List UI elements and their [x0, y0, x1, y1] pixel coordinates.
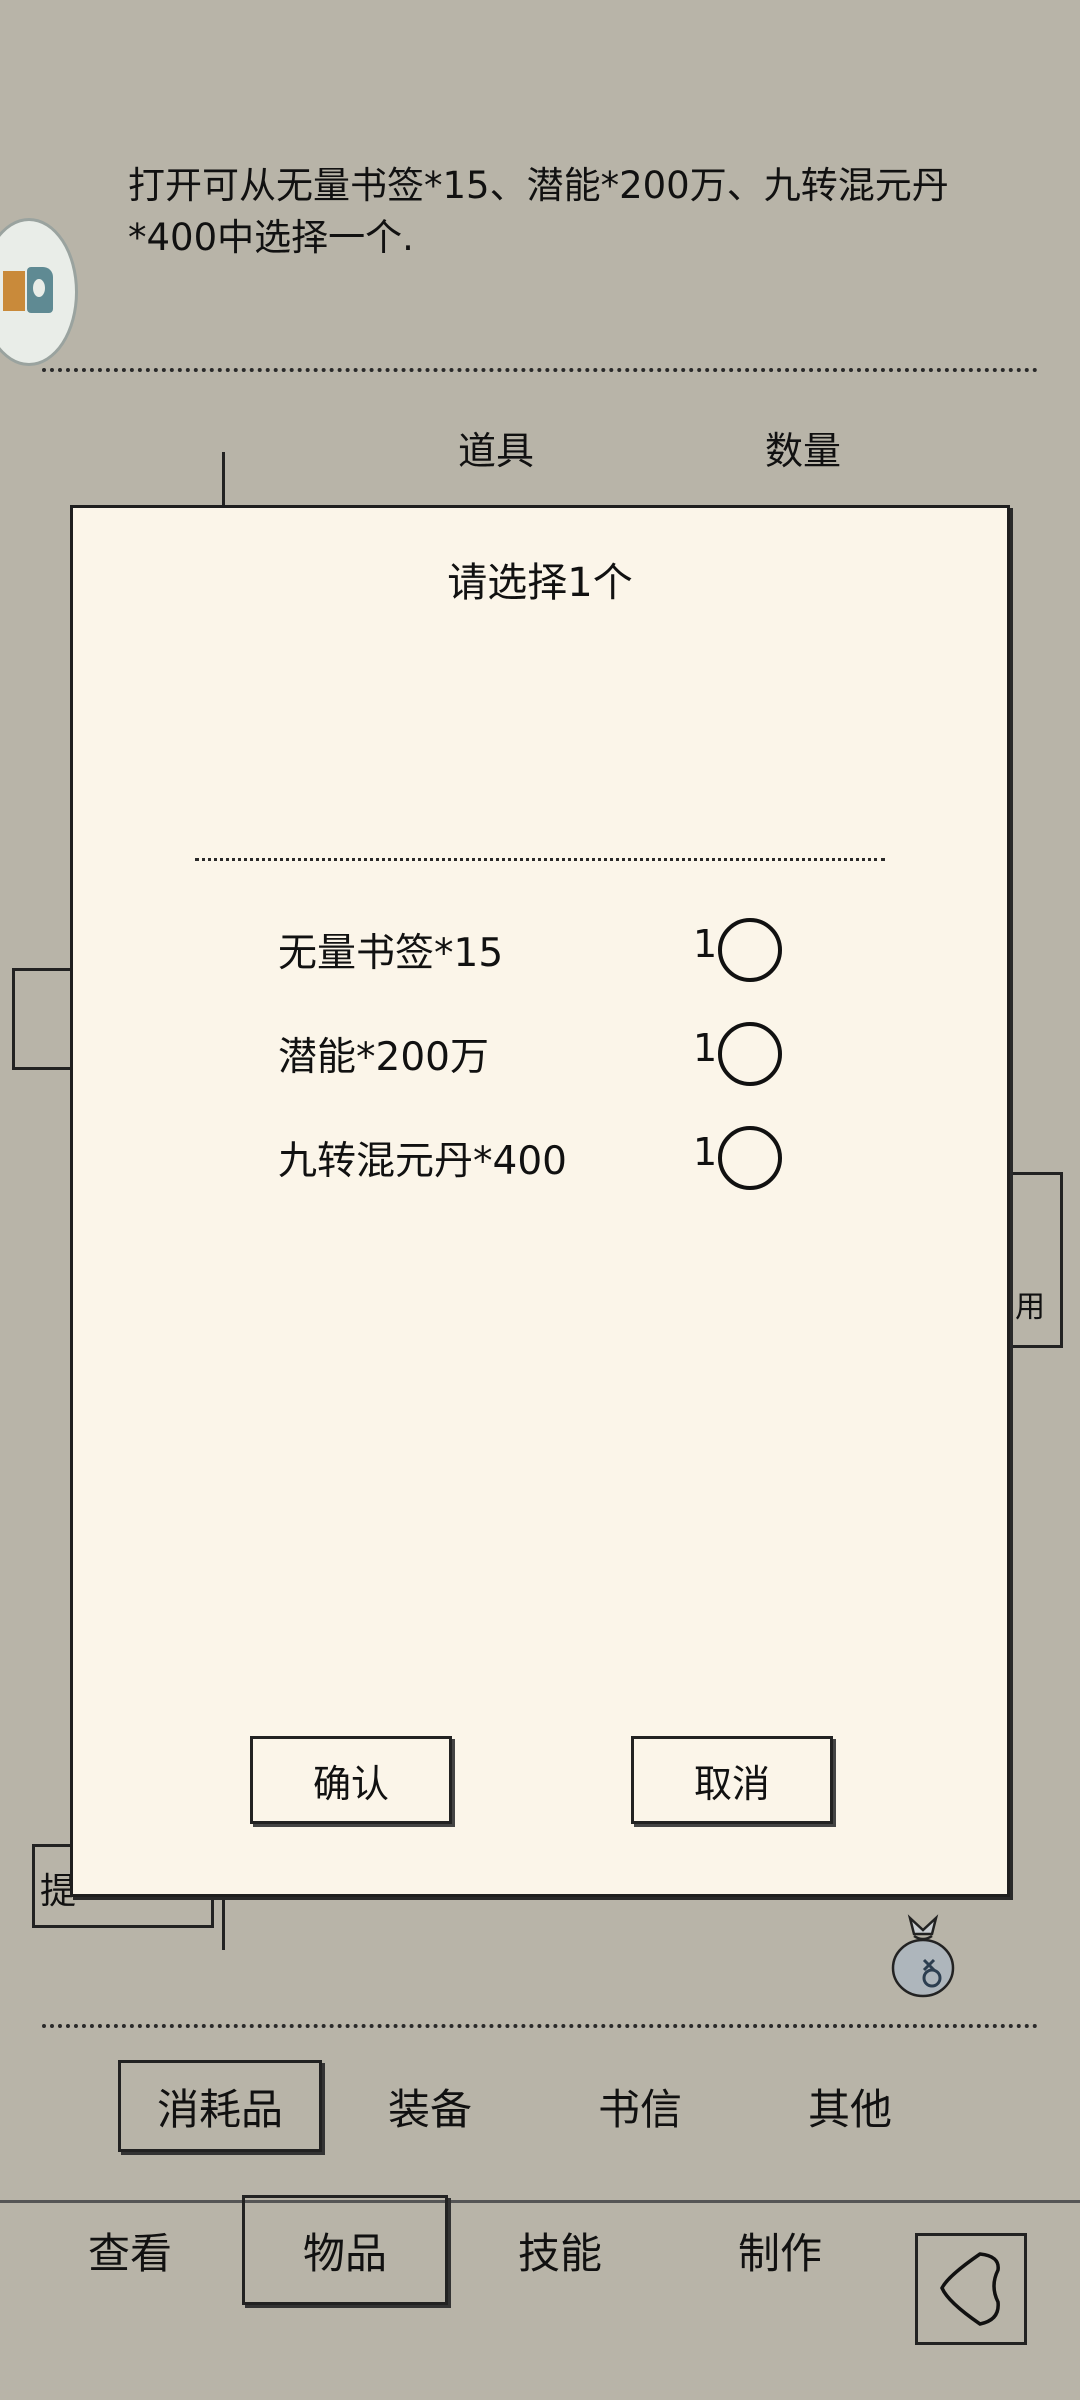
money-bag-icon[interactable] — [888, 1910, 958, 2000]
item-description: 打开可从无量书签*15、潜能*200万、九转混元丹*400中选择一个. — [128, 164, 949, 259]
option-label-potential: 潜能*200万 — [278, 1035, 489, 1080]
nav-view[interactable]: 查看 — [40, 2195, 220, 2305]
nav-crafting[interactable]: 制作 — [690, 2195, 870, 2305]
option-radio-bookmark[interactable] — [718, 918, 782, 982]
nav-skills[interactable]: 技能 — [470, 2195, 650, 2305]
confirm-button[interactable]: 确认 — [250, 1736, 452, 1824]
option-label-bookmark: 无量书签*15 — [278, 931, 504, 976]
option-count-potential: 1 — [693, 1026, 718, 1070]
nav-items[interactable]: 物品 — [242, 2195, 448, 2305]
table-divider-line — [222, 452, 225, 512]
option-radio-pill[interactable] — [718, 1126, 782, 1190]
background-box-left — [12, 968, 75, 1070]
back-arrow-icon — [940, 2252, 1000, 2326]
column-header-item: 道具 — [458, 429, 535, 473]
tab-equipment[interactable]: 装备 — [330, 2060, 530, 2152]
option-count-pill: 1 — [693, 1130, 718, 1174]
app-badge-icon[interactable] — [0, 218, 78, 366]
divider-top — [42, 368, 1038, 372]
back-button[interactable] — [915, 2233, 1027, 2345]
background-use-label: 用 — [1015, 1290, 1045, 1325]
divider-bottom — [42, 2024, 1038, 2028]
dialog-title: 请选择1个 — [447, 560, 633, 606]
column-header-quantity: 数量 — [765, 429, 842, 473]
select-dialog: 请选择1个 无量书签*15 1 潜能*200万 1 九转混元丹*400 1 确认… — [70, 505, 1010, 1897]
table-divider-line-bottom — [222, 1890, 225, 1950]
tab-letters[interactable]: 书信 — [540, 2060, 740, 2152]
tab-consumables[interactable]: 消耗品 — [118, 2060, 322, 2152]
option-label-pill: 九转混元丹*400 — [278, 1139, 567, 1184]
tab-other[interactable]: 其他 — [750, 2060, 950, 2152]
cancel-button[interactable]: 取消 — [631, 1736, 833, 1824]
dialog-divider — [195, 858, 885, 861]
option-count-bookmark: 1 — [693, 922, 718, 966]
option-radio-potential[interactable] — [718, 1022, 782, 1086]
